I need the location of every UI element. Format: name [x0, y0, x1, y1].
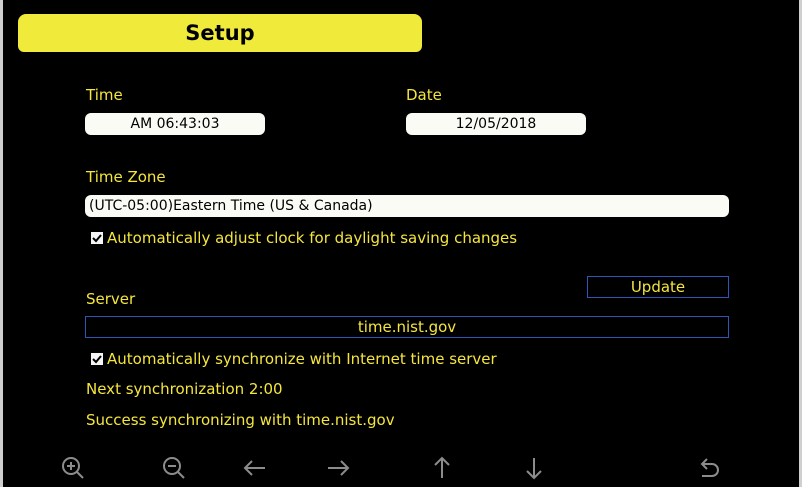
time-field[interactable]: AM 06:43:03 [85, 113, 265, 135]
date-field[interactable]: 12/05/2018 [406, 113, 586, 135]
server-label: Server [86, 290, 136, 308]
arrow-right-button[interactable] [320, 450, 356, 486]
checkmark-icon [92, 355, 102, 364]
page-title: Setup [18, 14, 422, 52]
dst-checkbox-label: Automatically adjust clock for daylight … [107, 229, 518, 247]
zoom-out-icon [163, 457, 185, 479]
arrow-up-icon [434, 456, 450, 478]
bottom-toolbar [0, 450, 802, 486]
left-edge-bar [0, 0, 3, 487]
next-sync-text: Next synchronization 2:00 [86, 380, 283, 398]
arrow-right-icon [328, 460, 350, 476]
undo-icon [700, 458, 719, 477]
zoom-out-button[interactable] [156, 450, 192, 486]
setup-screen: Setup Time AM 06:43:03 Date 12/05/2018 T… [0, 0, 802, 487]
zoom-in-button[interactable] [55, 450, 91, 486]
sync-checkbox-label: Automatically synchronize with Internet … [107, 350, 497, 368]
time-zone-select[interactable]: (UTC-05:00)Eastern Time (US & Canada) [85, 195, 729, 217]
sync-checkbox-row[interactable]: Automatically synchronize with Internet … [91, 350, 497, 368]
sync-checkbox[interactable] [91, 353, 103, 365]
arrow-down-icon [526, 458, 542, 480]
arrow-left-icon [243, 460, 265, 476]
date-label: Date [406, 86, 442, 104]
time-zone-label: Time Zone [86, 168, 166, 186]
back-button[interactable] [690, 450, 726, 486]
arrow-down-button[interactable] [516, 450, 552, 486]
update-button[interactable]: Update [587, 276, 729, 298]
dst-checkbox[interactable] [91, 232, 103, 244]
checkmark-icon [92, 234, 102, 243]
arrow-left-button[interactable] [237, 450, 273, 486]
time-label: Time [86, 86, 123, 104]
zoom-in-icon [62, 457, 84, 479]
server-field[interactable]: time.nist.gov [85, 316, 729, 338]
sync-status-text: Success synchronizing with time.nist.gov [86, 411, 395, 429]
arrow-up-button[interactable] [424, 450, 460, 486]
dst-checkbox-row[interactable]: Automatically adjust clock for daylight … [91, 229, 517, 247]
